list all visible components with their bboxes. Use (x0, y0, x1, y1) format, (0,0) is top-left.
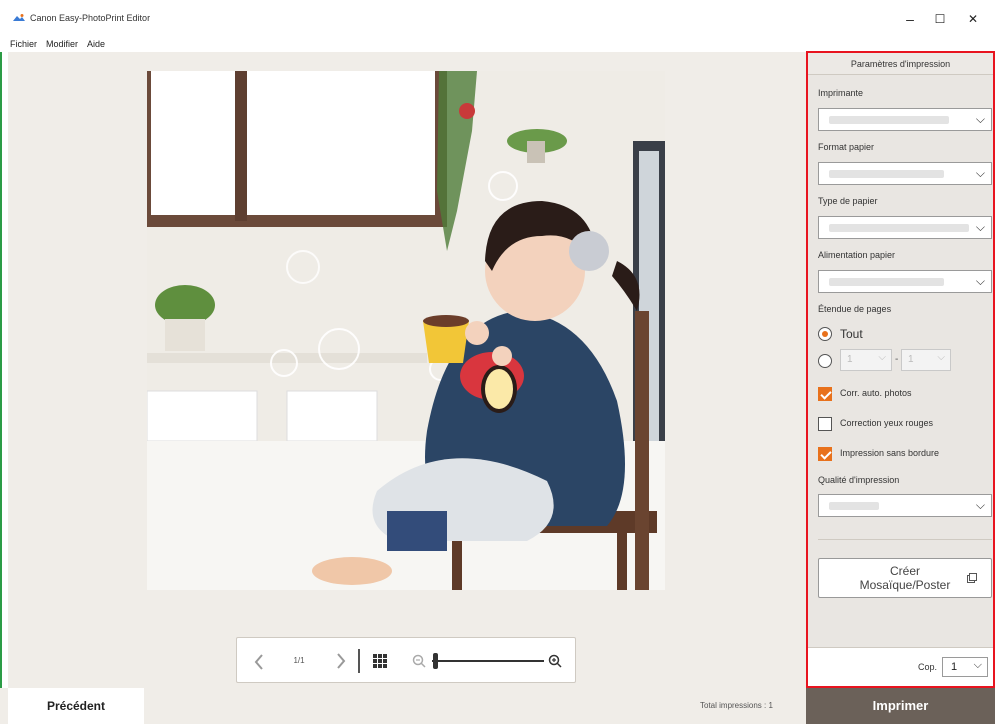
page-range-to-select[interactable]: 1 ⌵ (901, 349, 951, 371)
menu-aide[interactable]: Aide (87, 39, 105, 49)
print-quality-label: Qualité d'impression (818, 475, 900, 485)
menu-fichier[interactable]: Fichier (10, 39, 37, 49)
panel-divider (818, 539, 992, 540)
minimize-button[interactable]: – (899, 10, 921, 28)
external-window-icon (967, 573, 977, 583)
paper-source-label: Alimentation papier (818, 250, 896, 260)
page-indicator: 1/1 (293, 656, 305, 665)
print-quality-value-blurred (829, 502, 879, 510)
zoom-in-icon (548, 654, 562, 668)
print-button[interactable]: Imprimer (806, 688, 995, 724)
mosaic-button-line2: Mosaïque/Poster (859, 578, 951, 592)
zoom-slider-track[interactable] (432, 660, 544, 662)
print-settings-panel: Paramètres d'impression Imprimante ⌵ For… (806, 51, 995, 688)
printer-label: Imprimante (818, 88, 864, 98)
page-range-label: Étendue de pages (818, 304, 892, 314)
chevron-down-icon: ⌵ (975, 498, 985, 512)
chevron-down-icon: ⌵ (878, 352, 886, 363)
previous-button[interactable]: Précédent (8, 688, 144, 724)
chevron-left-icon (254, 654, 263, 670)
chevron-down-icon: ⌵ (975, 166, 985, 180)
page-range-to-value: 1 (908, 354, 914, 365)
print-quality-select[interactable]: ⌵ (818, 494, 992, 517)
photo-preview[interactable] (147, 71, 665, 590)
panel-footer: Cop. 1 ⌵ (808, 647, 993, 686)
next-page-button[interactable] (327, 638, 355, 684)
page-range-from-select[interactable]: 1 ⌵ (840, 349, 892, 371)
viewer-toolbar: 1/1 (236, 637, 576, 683)
chevron-down-icon: ⌵ (973, 659, 982, 671)
close-button[interactable]: ✕ (962, 10, 984, 28)
paper-type-value-blurred (829, 224, 969, 232)
zoom-in-button[interactable] (545, 638, 565, 684)
paper-source-select[interactable]: ⌵ (818, 270, 992, 293)
borderless-label: Impression sans bordure (840, 448, 940, 458)
borderless-checkbox[interactable] (818, 447, 832, 461)
previous-page-button[interactable] (245, 638, 273, 684)
copies-select[interactable]: 1 ⌵ (942, 657, 988, 677)
paper-size-select[interactable]: ⌵ (818, 162, 992, 185)
total-prints: Total impressions : 1 (700, 701, 773, 710)
chevron-down-icon: ⌵ (975, 112, 985, 126)
chevron-down-icon: ⌵ (937, 352, 945, 363)
printer-value-blurred (829, 116, 949, 124)
zoom-slider-handle[interactable] (433, 653, 438, 669)
paper-type-label: Type de papier (818, 196, 878, 206)
window-title: Canon Easy-PhotoPrint Editor (30, 13, 151, 23)
chevron-right-icon (337, 653, 346, 669)
paper-size-value-blurred (829, 170, 944, 178)
page-range-all-radio[interactable] (818, 327, 832, 341)
auto-correct-label: Corr. auto. photos (840, 388, 912, 398)
page-range-all-label: Tout (840, 327, 863, 341)
panel-title: Paramètres d'impression (808, 53, 993, 75)
window-edge (0, 52, 2, 724)
auto-correct-checkbox[interactable] (818, 387, 832, 401)
page-range-separator: - (895, 354, 899, 365)
menu-modifier[interactable]: Modifier (46, 39, 78, 49)
red-eye-label: Correction yeux rouges (840, 418, 934, 428)
chevron-down-icon: ⌵ (975, 274, 985, 288)
paper-type-select[interactable]: ⌵ (818, 216, 992, 239)
copies-label: Cop. (918, 662, 938, 672)
title-bar: Canon Easy-PhotoPrint Editor – ☐ ✕ (0, 0, 995, 36)
toolbar-divider (358, 649, 360, 673)
menu-bar: Fichier Modifier Aide (10, 39, 105, 49)
photo-image (147, 71, 665, 590)
paper-size-label: Format papier (818, 142, 875, 152)
red-eye-checkbox[interactable] (818, 417, 832, 431)
bottom-bar: Précédent Total impressions : 1 Imprimer (0, 688, 995, 724)
zoom-out-icon (412, 654, 426, 668)
page-range-custom-radio[interactable] (818, 354, 832, 368)
app-logo-icon (13, 14, 25, 21)
thumbnail-view-button[interactable] (365, 638, 395, 684)
mosaic-button-line1: Créer (889, 564, 920, 578)
paper-source-value-blurred (829, 278, 944, 286)
create-mosaic-poster-button[interactable]: Créer Mosaïque/Poster (818, 558, 992, 598)
page-range-from-value: 1 (847, 354, 853, 365)
maximize-button[interactable]: ☐ (929, 10, 951, 28)
copies-value: 1 (951, 661, 958, 673)
printer-select[interactable]: ⌵ (818, 108, 992, 131)
grid-icon (373, 654, 387, 669)
chevron-down-icon: ⌵ (975, 220, 985, 234)
zoom-out-button[interactable] (409, 638, 429, 684)
